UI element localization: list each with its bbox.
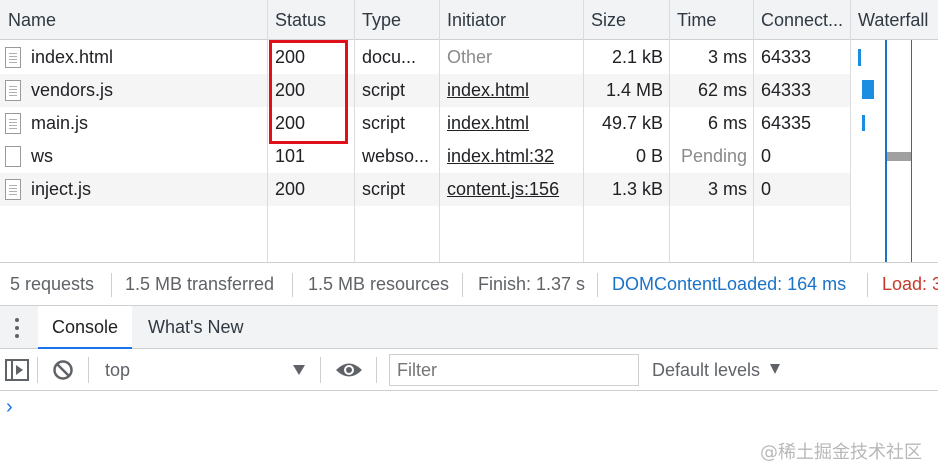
request-status: 200: [275, 113, 306, 133]
waterfall-pending-bar: [886, 152, 912, 161]
network-summary-bar: 5 requests 1.5 MB transferred 1.5 MB res…: [0, 262, 938, 306]
request-name: inject.js: [31, 179, 92, 199]
divider: [867, 273, 868, 297]
request-name: index.html: [31, 47, 114, 67]
divider: [88, 357, 89, 383]
waterfall-chart: [851, 40, 938, 262]
divider: [37, 357, 38, 383]
document-icon: [5, 47, 21, 68]
waterfall-bar: [858, 49, 861, 66]
table-row[interactable]: index.html 200 docu... Other 2.1 kB 3 ms…: [0, 41, 850, 74]
request-time: 3 ms: [707, 47, 747, 67]
column-divider: [583, 0, 584, 262]
request-connection: 64335: [761, 113, 812, 133]
divider: [597, 273, 598, 297]
column-divider: [669, 0, 670, 262]
load-line: [911, 40, 912, 262]
request-status: 101: [275, 146, 306, 166]
request-status: 200: [275, 179, 306, 199]
tab-console[interactable]: Console: [38, 306, 133, 349]
column-divider: [267, 0, 268, 262]
request-name: main.js: [31, 113, 89, 133]
column-header-name[interactable]: Name: [0, 0, 267, 40]
column-header-waterfall[interactable]: Waterfall: [850, 0, 938, 40]
script-file-icon: [5, 80, 21, 101]
table-row[interactable]: vendors.js 200 script index.html 1.4 MB …: [0, 74, 850, 107]
column-header-size[interactable]: Size: [583, 0, 669, 40]
request-size: 49.7 kB: [601, 113, 663, 133]
column-header-status[interactable]: Status: [267, 0, 354, 40]
request-size: 1.3 kB: [611, 179, 663, 199]
dom-content-loaded-time: DOMContentLoaded: 164 ms: [612, 274, 847, 294]
request-type: webso...: [362, 146, 430, 166]
request-connection: 64333: [761, 47, 812, 67]
divider: [111, 273, 112, 297]
request-initiator-link[interactable]: index.html:32: [447, 140, 577, 173]
clear-console-icon[interactable]: [52, 359, 74, 381]
chevron-down-icon[interactable]: [770, 364, 780, 374]
divider: [462, 273, 463, 297]
request-initiator-link[interactable]: index.html: [447, 74, 577, 107]
websocket-file-icon: [5, 146, 21, 167]
script-file-icon: [5, 179, 21, 200]
divider: [320, 357, 321, 383]
request-time: 3 ms: [707, 179, 747, 199]
column-header-time[interactable]: Time: [669, 0, 753, 40]
request-status: 200: [275, 47, 306, 67]
waterfall-bar: [862, 115, 865, 131]
network-request-table: Name Status Type Initiator Size Time Con…: [0, 0, 938, 262]
table-row[interactable]: ws 101 webso... index.html:32 0 B Pendin…: [0, 140, 850, 173]
request-count: 5 requests: [10, 274, 95, 294]
request-initiator-link[interactable]: index.html: [447, 107, 577, 140]
request-time: Pending: [680, 146, 747, 166]
console-toolbar: top Default levels: [0, 349, 938, 391]
request-size: 1.4 MB: [605, 80, 663, 100]
column-divider: [354, 0, 355, 262]
divider: [292, 273, 293, 297]
request-connection: 0: [761, 179, 772, 199]
column-divider: [753, 0, 754, 262]
request-size: 0 B: [635, 146, 663, 166]
column-header-type[interactable]: Type: [354, 0, 439, 40]
tab-whats-new[interactable]: What's New: [134, 306, 257, 349]
request-connection: 0: [761, 146, 772, 166]
log-levels-dropdown[interactable]: Default levels: [652, 349, 760, 391]
dom-content-loaded-line: [885, 40, 887, 262]
script-file-icon: [5, 113, 21, 134]
request-type: script: [362, 179, 406, 199]
request-connection: 64333: [761, 80, 812, 100]
request-type: script: [362, 80, 406, 100]
table-header: Name Status Type Initiator Size Time Con…: [0, 0, 938, 40]
request-time: 6 ms: [707, 113, 747, 133]
column-header-connection[interactable]: Connect...: [753, 0, 850, 40]
console-prompt-icon[interactable]: ›: [6, 396, 13, 419]
console-filter-input[interactable]: [389, 354, 639, 386]
request-size: 2.1 kB: [611, 47, 663, 67]
request-name: ws: [31, 146, 53, 166]
context-selector[interactable]: top: [105, 349, 130, 391]
request-type: docu...: [362, 47, 417, 67]
chevron-down-icon[interactable]: [293, 365, 305, 375]
more-options-icon[interactable]: [14, 318, 20, 338]
show-sidebar-icon[interactable]: [5, 359, 29, 381]
column-divider: [439, 0, 440, 262]
eye-icon[interactable]: [335, 361, 363, 379]
request-type: script: [362, 113, 406, 133]
watermark: @稀土掘金技术社区: [760, 442, 922, 463]
resources-size: 1.5 MB resources: [308, 274, 450, 294]
divider: [376, 357, 377, 383]
transferred-size: 1.5 MB transferred: [125, 274, 275, 294]
drawer-tab-bar: Console What's New: [0, 306, 938, 349]
request-initiator-link[interactable]: content.js:156: [447, 173, 577, 206]
request-initiator: Other: [447, 47, 493, 67]
load-time: Load: 3: [882, 274, 938, 294]
finish-time: Finish: 1.37 s: [478, 274, 586, 294]
table-row[interactable]: inject.js 200 script content.js:156 1.3 …: [0, 173, 850, 206]
column-header-initiator[interactable]: Initiator: [439, 0, 583, 40]
request-status: 200: [275, 80, 306, 100]
waterfall-bar: [862, 80, 874, 99]
request-time: 62 ms: [697, 80, 747, 100]
request-name: vendors.js: [31, 80, 114, 100]
table-row[interactable]: main.js 200 script index.html 49.7 kB 6 …: [0, 107, 850, 140]
